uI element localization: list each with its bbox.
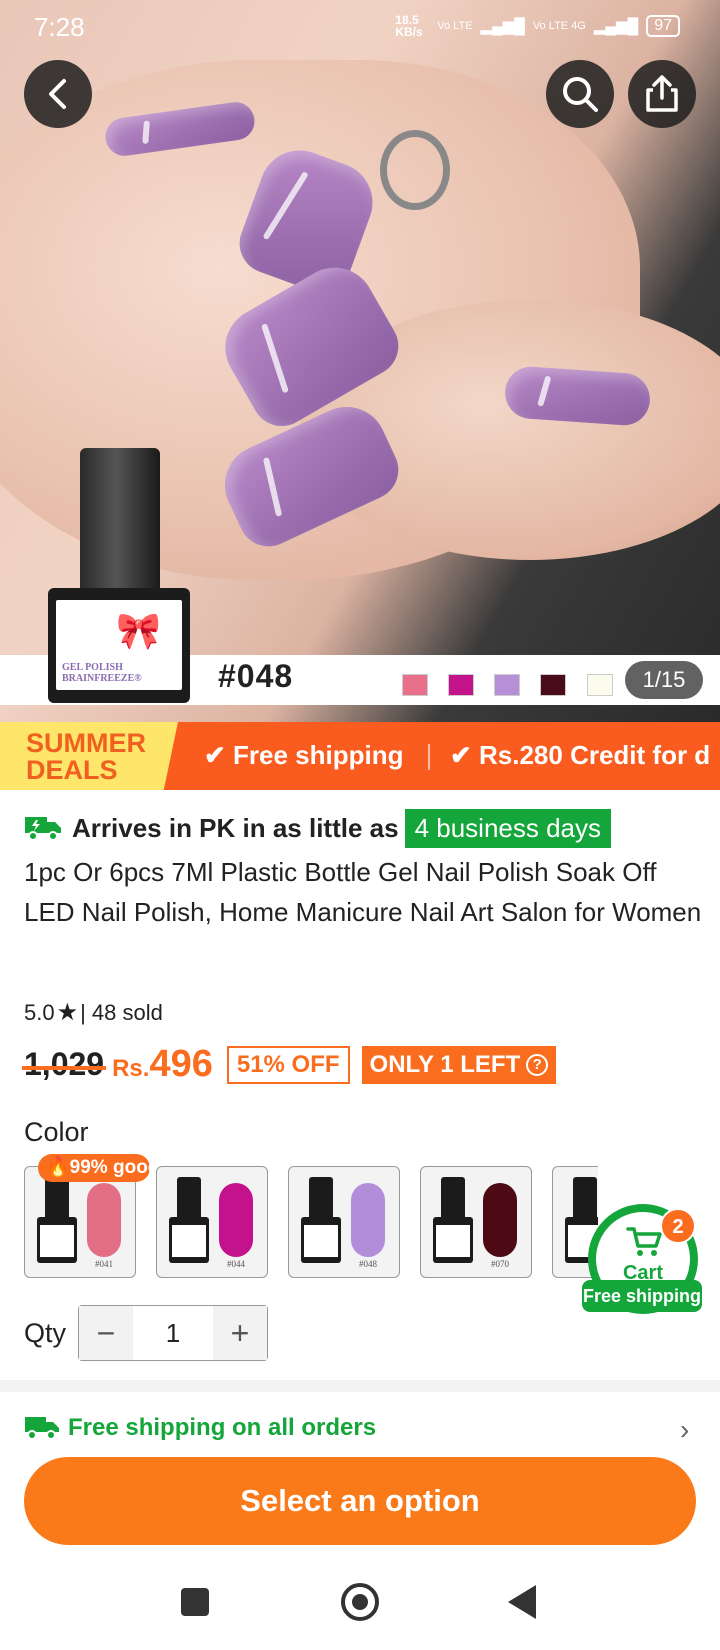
system-back-button[interactable] (508, 1585, 536, 1619)
net-speed: 18.5 KB/s (395, 13, 423, 39)
signal-icon: ▂▄▆█ (480, 18, 525, 35)
good-rating-badge: 🔥99% good (38, 1154, 150, 1182)
share-button[interactable] (628, 60, 696, 128)
rating-value: 5.0 (24, 999, 55, 1025)
option-code: #041 (95, 1259, 113, 1269)
truck-icon (25, 1417, 59, 1440)
share-icon (646, 75, 678, 112)
swatch (587, 674, 613, 696)
sold-count: | 48 sold (80, 999, 163, 1025)
promo-free-shipping: ✔ Free shipping (204, 740, 404, 770)
delivery-days-badge: 4 business days (404, 808, 612, 848)
good-rating-text: 99% good (69, 1157, 150, 1178)
color-option[interactable]: #044 (156, 1166, 268, 1278)
cart-count-badge: 2 (660, 1208, 696, 1244)
image-counter: 1/15 (625, 661, 703, 699)
stock-text: ONLY 1 LEFT (369, 1050, 521, 1078)
promo-credit: ✔ Rs.280 Credit for d (450, 740, 711, 770)
cart-icon (626, 1227, 662, 1256)
promo-banner[interactable]: SUMMER DEALS ✔ Free shipping ✔ Rs.280 Cr… (0, 722, 720, 790)
option-code: #048 (359, 1259, 377, 1269)
home-button[interactable] (341, 1583, 379, 1621)
bow-icon: 🎀 (116, 610, 161, 651)
divider (428, 744, 430, 770)
currency: Rs. (112, 1055, 150, 1082)
swatch (494, 674, 520, 696)
current-price: Rs.496 (112, 1043, 213, 1086)
delivery-estimate: Arrives in PK in as little as 4 business… (24, 806, 612, 850)
option-code: #044 (227, 1259, 245, 1269)
help-icon[interactable]: ? (526, 1053, 549, 1076)
delivery-text: Arrives in PK in as little as (72, 812, 399, 843)
clock: 7:28 (34, 12, 85, 42)
free-shipping-row[interactable]: Free shipping on all orders › (24, 1414, 689, 1445)
swatch (540, 674, 566, 696)
shade-code: #048 (218, 658, 294, 694)
recent-apps-button[interactable] (181, 1588, 209, 1616)
promo-badge-line2: DEALS (26, 755, 118, 785)
bottle-image: 🎀 GEL POLISH BRAINFREEZE® (48, 448, 190, 703)
nail-shape (503, 365, 652, 427)
summer-deals-badge: SUMMER DEALS (0, 722, 178, 790)
status-icons: 18.5 KB/s Vo LTE ▂▄▆█ Vo LTE 4G ▂▄▆█ 97 (395, 14, 680, 38)
stock-badge[interactable]: ONLY 1 LEFT ? (361, 1045, 557, 1084)
back-button[interactable] (24, 60, 92, 128)
price-row: 1,029 Rs.496 51% OFF ONLY 1 LEFT ? (21, 1043, 557, 1086)
increase-button[interactable]: + (213, 1306, 267, 1360)
truck-icon (25, 817, 61, 841)
star-icon: ★ (56, 999, 79, 1026)
option-code: #070 (491, 1259, 509, 1269)
promo-badge-line1: SUMMER (26, 728, 146, 758)
fire-icon: 🔥 (46, 1157, 70, 1178)
qty-label: Qty (24, 1318, 67, 1348)
rating-row[interactable]: 5.0 ★ | 48 sold (24, 998, 163, 1027)
quantity-stepper: − 1 + (78, 1305, 268, 1361)
color-label: Color (24, 1117, 89, 1147)
search-icon (563, 77, 598, 112)
color-option[interactable]: #070 (420, 1166, 532, 1278)
battery-icon: 97 (646, 15, 680, 37)
decrease-button[interactable]: − (79, 1306, 133, 1360)
price-amount: 496 (149, 1043, 213, 1085)
sim1-indicator: Vo LTE (437, 20, 473, 32)
quantity-value[interactable]: 1 (133, 1306, 213, 1360)
color-option[interactable]: #048 (288, 1166, 400, 1278)
color-option[interactable]: #041 (24, 1166, 136, 1278)
product-image[interactable]: 🎀 GEL POLISH BRAINFREEZE® #048 1/15 (0, 0, 720, 722)
product-title: 1pc Or 6pcs 7Ml Plastic Bottle Gel Nail … (24, 857, 702, 927)
signal-icon: ▂▄▆█ (593, 18, 639, 35)
cart-free-shipping: Free shipping (582, 1280, 702, 1312)
swatch (448, 674, 474, 696)
swatch (402, 674, 428, 696)
ring-shape (380, 130, 450, 210)
bottle-label: GEL POLISH BRAINFREEZE® (62, 662, 142, 684)
search-button[interactable] (546, 60, 614, 128)
free-shipping-text: Free shipping on all orders (68, 1414, 377, 1441)
select-option-button[interactable]: Select an option (24, 1457, 696, 1545)
chevron-right-icon: › (680, 1414, 690, 1445)
original-price: 1,029 (21, 1046, 107, 1082)
section-divider (0, 1380, 720, 1392)
status-bar: 7:28 18.5 KB/s Vo LTE ▂▄▆█ Vo LTE 4G ▂▄▆… (0, 0, 720, 54)
chevron-left-icon (49, 79, 66, 109)
sim2-indicator: Vo LTE 4G (532, 20, 586, 32)
discount-badge: 51% OFF (226, 1045, 350, 1084)
